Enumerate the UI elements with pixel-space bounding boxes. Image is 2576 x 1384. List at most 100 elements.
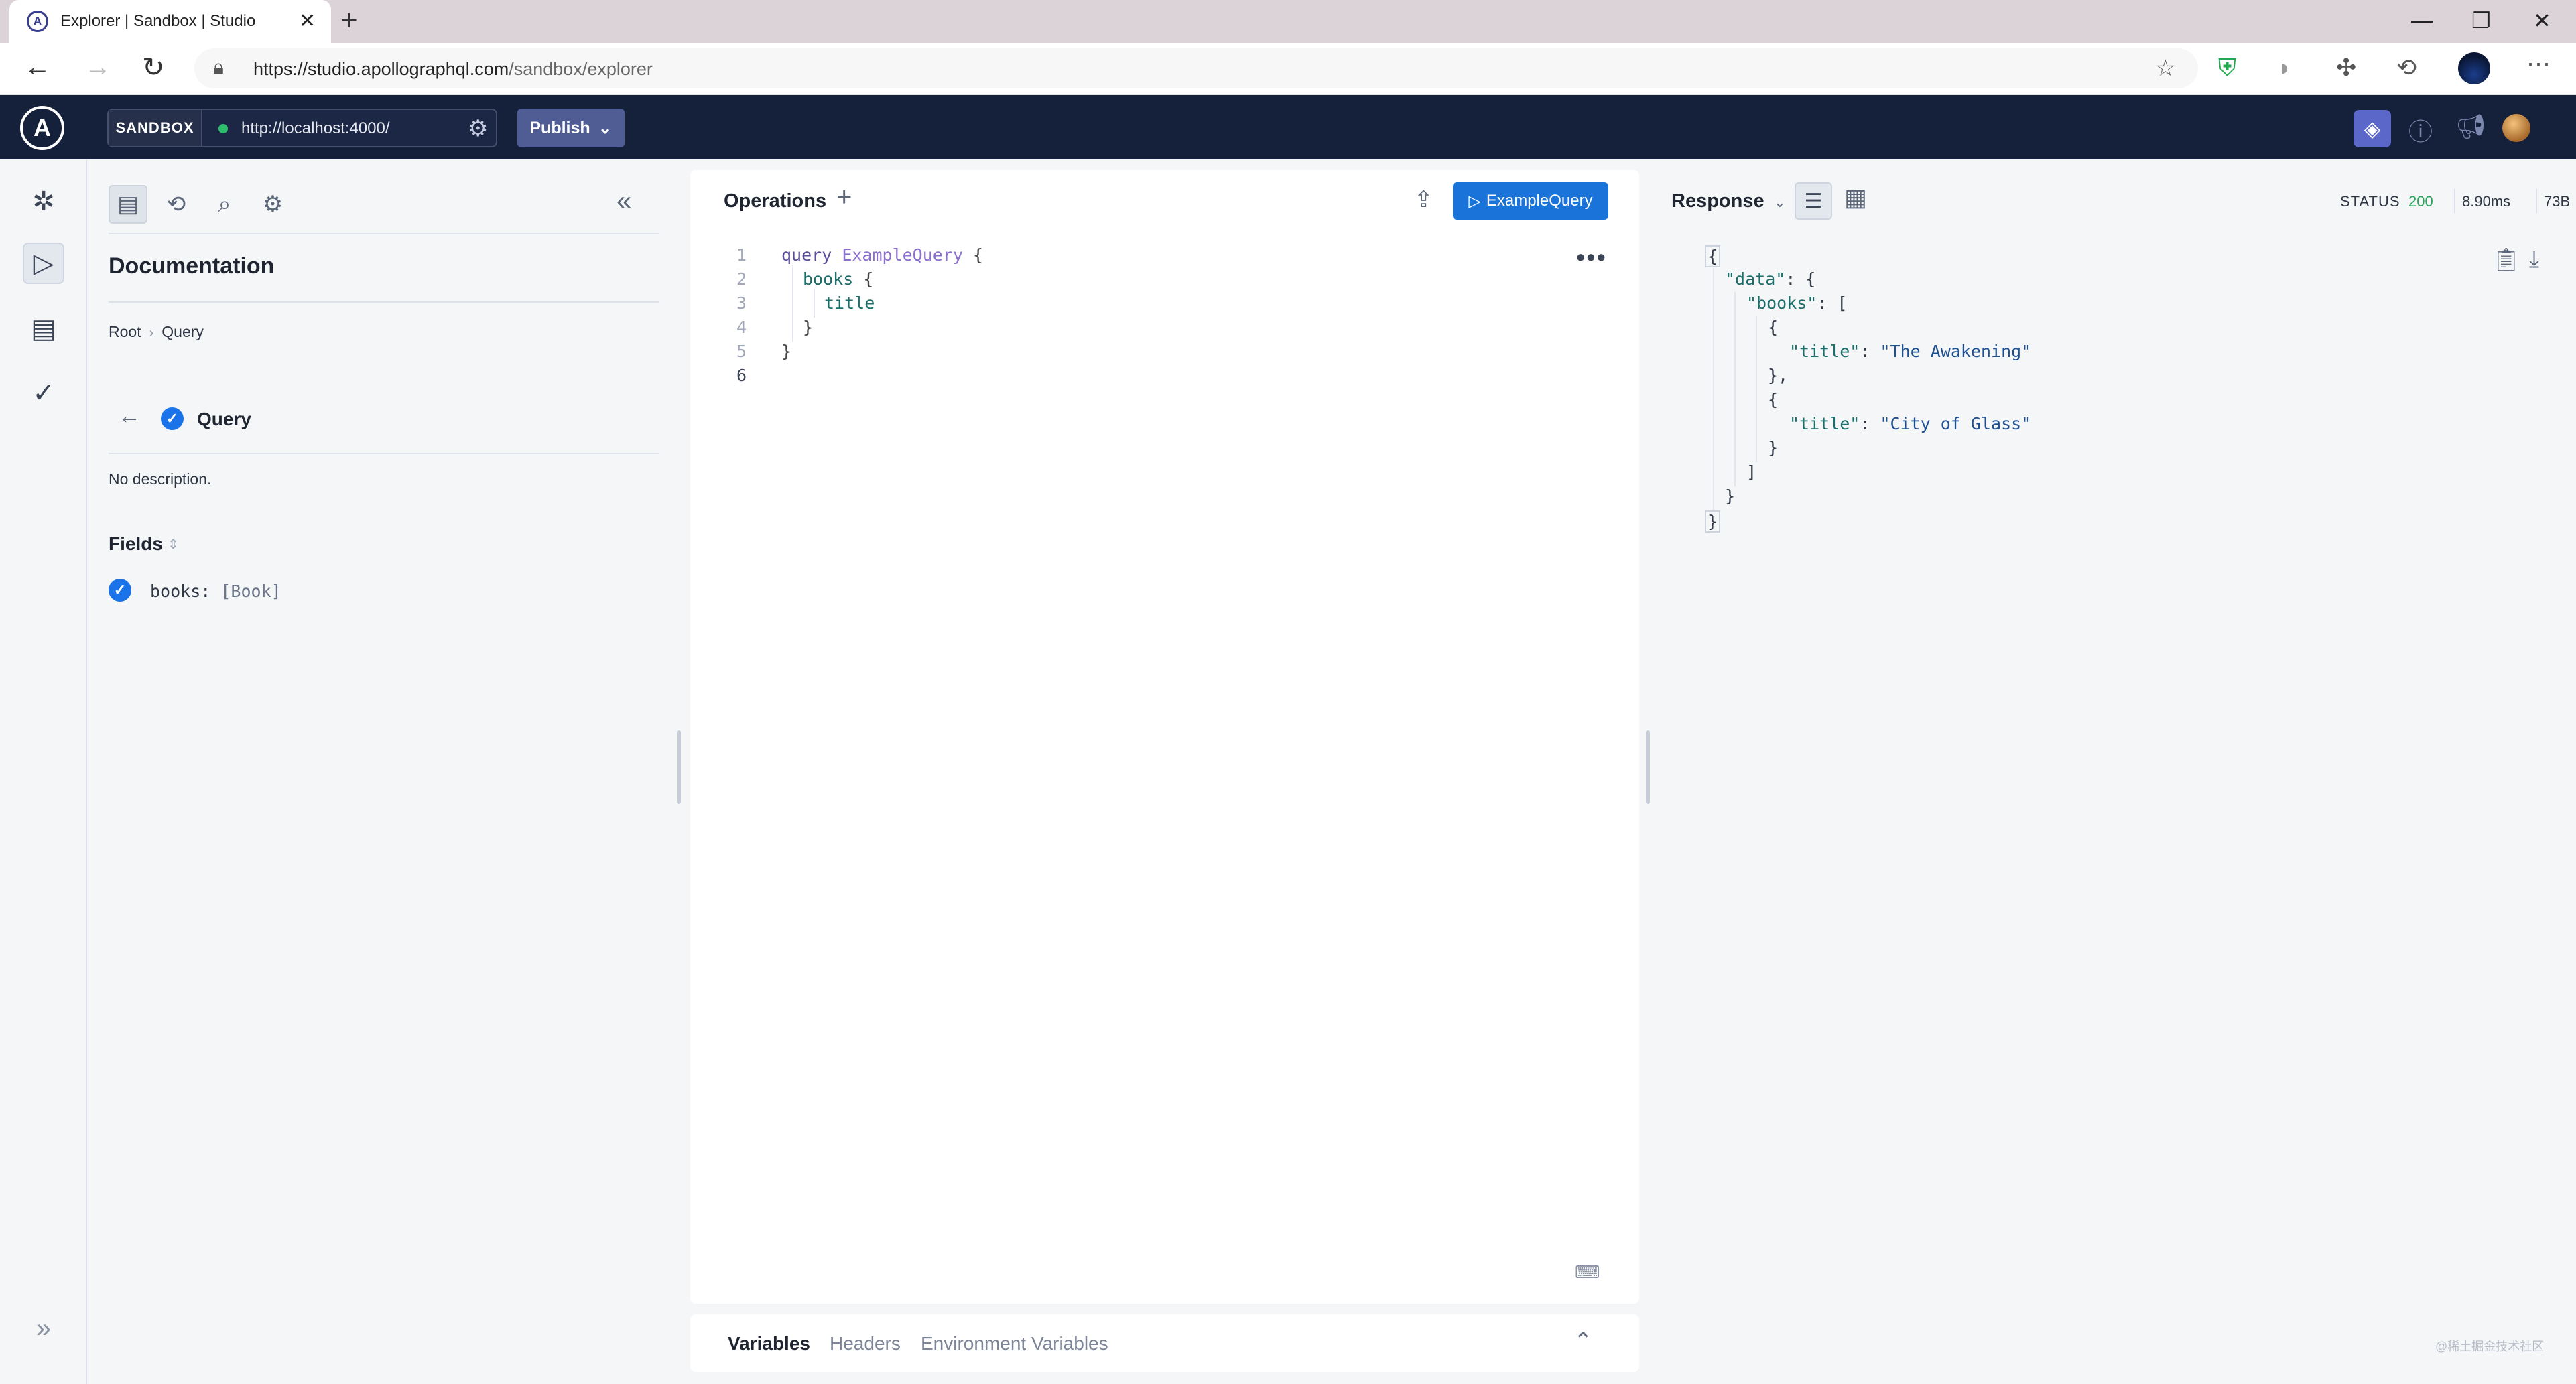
browser-tab-strip: A Explorer | Sandbox | Studio ✕ + — ❐ ✕ (0, 0, 2576, 43)
json-line: ] (1746, 462, 1757, 482)
tab-environment-variables[interactable]: Environment Variables (921, 1333, 1108, 1355)
code-line-4: } (803, 318, 814, 337)
browser-tab[interactable]: A Explorer | Sandbox | Studio ✕ (9, 0, 331, 43)
json-line: "data": { (1725, 269, 1816, 289)
publish-button[interactable]: Publish ⌄ (517, 109, 625, 147)
reload-icon[interactable]: ↻ (142, 52, 165, 83)
settings-gear-icon[interactable]: ⚙ (253, 185, 292, 224)
download-icon[interactable]: ⤓ (2529, 247, 2539, 273)
breadcrumb-query[interactable]: Query (162, 323, 204, 340)
documentation-panel: ▤ ⟲ ⌕ ⚙ « Documentation Root › Query ← ✓ Q… (87, 159, 670, 1384)
line-number: 2 (736, 269, 747, 289)
type-description: No description. (109, 470, 212, 488)
expand-up-icon[interactable]: ⌃ (1573, 1328, 1593, 1355)
announcements-icon[interactable]: 📢︎ (2455, 113, 2486, 141)
response-panel: Response ⌄ ☰ ▦ STATUS 200 8.90ms 73B 📋︎ … (1651, 159, 2576, 1384)
url-field[interactable]: 🔒︎ https://studio.apollographql.com/sand… (194, 48, 2198, 88)
run-query-button[interactable]: ▷ ExampleQuery (1453, 182, 1608, 220)
restore-icon[interactable]: ❐ (2471, 8, 2491, 33)
extensions-puzzle-icon[interactable]: ✣ (2336, 54, 2356, 82)
apollo-logo-icon[interactable]: A (20, 106, 64, 150)
history-tab-icon[interactable]: ⟲ (157, 185, 196, 224)
extension-icon[interactable]: ◗ (2277, 54, 2292, 82)
add-operation-icon[interactable]: + (836, 182, 852, 212)
chevron-down-icon: ⌄ (1773, 194, 1787, 210)
code-field-title: title (824, 293, 875, 313)
json-key-title: "title" (1789, 414, 1860, 433)
profile-avatar[interactable] (2458, 52, 2490, 84)
endpoint-selector[interactable]: SANDBOX http://localhost:4000/ ⚙ (107, 109, 497, 147)
indent-guide (814, 289, 815, 318)
apollo-favicon-icon: A (27, 11, 48, 32)
json-line: { (1768, 318, 1779, 337)
run-button-label: ExampleQuery (1486, 192, 1593, 210)
resize-handle[interactable] (677, 730, 681, 804)
indent-guide (1756, 316, 1757, 462)
keyboard-shortcuts-icon[interactable]: ⌨ (1575, 1262, 1600, 1283)
json-view-icon[interactable]: ☰ (1795, 182, 1832, 220)
sandbox-label: SANDBOX (109, 110, 202, 146)
breadcrumb-root[interactable]: Root (109, 323, 141, 340)
tab-variables[interactable]: Variables (728, 1333, 810, 1355)
forward-icon[interactable]: → (84, 52, 111, 82)
collapse-panel-icon[interactable]: « (617, 186, 631, 216)
code-field-books: books (803, 269, 854, 289)
favorite-star-icon[interactable]: ☆ (2155, 55, 2175, 82)
json-value-title-1: "The Awakening" (1880, 342, 2032, 361)
json-line: } (1768, 438, 1779, 458)
response-title[interactable]: Response ⌄ (1671, 190, 1786, 212)
resize-handle[interactable] (1646, 730, 1650, 804)
response-time: 8.90ms (2454, 189, 2517, 213)
play-icon: ▷ (1468, 192, 1481, 210)
status-label: STATUS (2340, 193, 2400, 210)
json-line: { (1768, 390, 1779, 409)
expand-icon[interactable]: » (23, 1308, 64, 1349)
explorer-play-icon[interactable]: ▷ (23, 243, 64, 284)
table-view-icon[interactable]: ▦ (1844, 184, 1867, 212)
json-line: } (1725, 486, 1736, 506)
url-text[interactable]: https://studio.apollographql.com/sandbox… (253, 59, 653, 80)
breadcrumb-separator-icon: › (149, 326, 154, 340)
endpoint-url[interactable]: http://localhost:4000/ (241, 119, 389, 138)
avatar[interactable] (2502, 114, 2530, 142)
back-arrow-icon[interactable]: ← (118, 403, 141, 429)
watermark: @稀土掘金技术社区 (2435, 1340, 2545, 1353)
help-icon[interactable]: ⓘ (2408, 113, 2433, 147)
endpoint-settings-gear-icon[interactable]: ⚙ (468, 115, 488, 142)
search-icon[interactable]: ⌕ (205, 185, 244, 224)
share-icon[interactable]: ⇪ (1414, 186, 1433, 213)
shield-extension-icon[interactable]: ⛨ (2218, 54, 2236, 82)
explorer-icon[interactable]: ◈ (2354, 110, 2391, 147)
lock-icon[interactable]: 🔒︎ (213, 56, 224, 79)
back-icon[interactable]: ← (24, 52, 51, 82)
documentation-title: Documentation (109, 253, 275, 279)
code-line-3: title (824, 293, 875, 313)
indent-guide (1734, 292, 1736, 486)
history-icon[interactable]: ⟲ (2396, 54, 2417, 82)
schema-icon[interactable]: ✲ (23, 181, 64, 222)
field-type[interactable]: [Book] (220, 581, 281, 601)
selected-check-icon[interactable]: ✓ (161, 407, 184, 430)
checks-icon[interactable]: ▤ (23, 308, 64, 350)
line-number: 5 (736, 342, 747, 361)
tab-close-icon[interactable]: ✕ (299, 9, 316, 33)
address-bar-row: ← → ↻ 🔒︎ https://studio.apollographql.co… (0, 43, 2576, 95)
close-icon[interactable]: ✕ (2533, 8, 2551, 33)
minimize-icon[interactable]: — (2411, 8, 2433, 33)
sort-icon[interactable]: ⇕ (168, 536, 179, 553)
tab-headers[interactable]: Headers (830, 1333, 901, 1355)
field-name: books: (150, 581, 211, 601)
more-menu-icon[interactable]: ⋯ (2526, 50, 2551, 78)
field-books[interactable]: books: [Book] (150, 581, 281, 601)
response-size: 73B (2536, 189, 2576, 213)
launches-check-icon[interactable]: ✓ (23, 372, 64, 414)
operations-title: Operations (724, 190, 827, 212)
new-tab-button[interactable]: + (340, 4, 358, 38)
type-name: Query (197, 409, 251, 429)
copy-clipboard-icon[interactable]: 📋︎ (2492, 247, 2520, 273)
documentation-tab-icon[interactable]: ▤ (109, 185, 147, 224)
indent-guide (792, 265, 793, 342)
more-options-icon[interactable]: ••• (1576, 244, 1607, 273)
code-line-2: books { (803, 269, 874, 289)
field-selected-check-icon[interactable]: ✓ (109, 579, 131, 602)
